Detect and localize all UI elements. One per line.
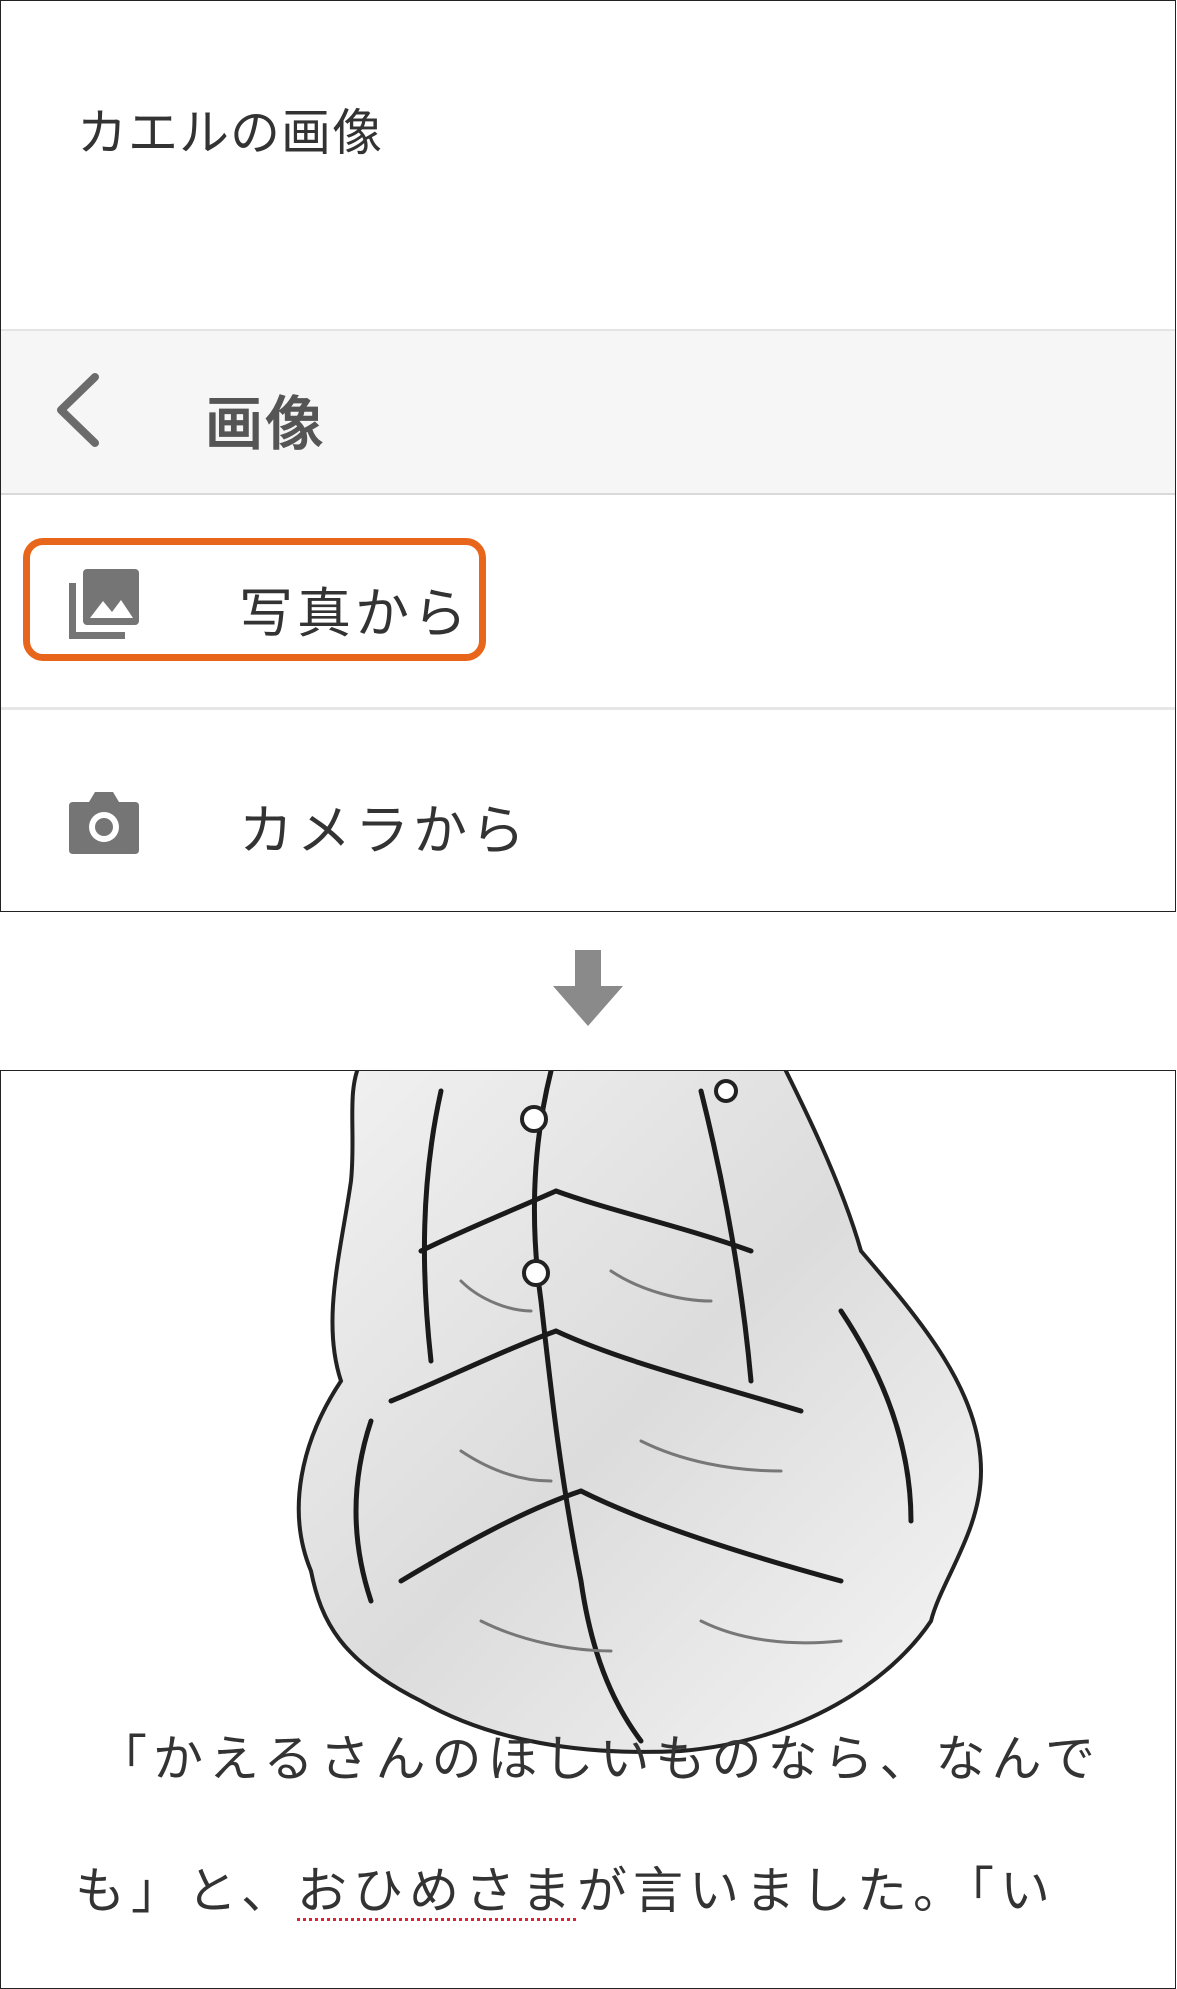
- sheet-title: 画像: [205, 390, 326, 458]
- spellcheck-underlined-word: おひめさま: [297, 1862, 577, 1920]
- storybook-page: 「かえるさんのほしいものなら、なんで も」と、おひめさまが言いました。「い: [0, 1070, 1176, 1989]
- sheet-header: 画像: [1, 329, 1175, 495]
- chevron-left-icon[interactable]: [51, 371, 111, 449]
- dress-illustration: [296, 1071, 984, 1754]
- story-text-line-1: 「かえるさんのほしいものなら、なんで: [97, 1730, 1101, 1788]
- story-text-part: が言いました。「い: [577, 1862, 1056, 1920]
- from-camera-label: カメラから: [239, 799, 529, 862]
- from-camera-option[interactable]: カメラから: [1, 710, 1175, 911]
- dialog-title: カエルの画像: [77, 104, 383, 162]
- camera-icon: [69, 792, 139, 854]
- arrow-down-icon: [553, 950, 623, 1026]
- story-text-line-2: も」と、おひめさまが言いました。「い: [75, 1851, 1175, 1923]
- from-photos-option[interactable]: 写真から: [1, 493, 1175, 710]
- story-text-part: も」と、: [75, 1862, 297, 1920]
- highlight-box: [23, 538, 486, 661]
- image-picker-screen: カエルの画像 画像 写真から カメラから: [0, 0, 1176, 912]
